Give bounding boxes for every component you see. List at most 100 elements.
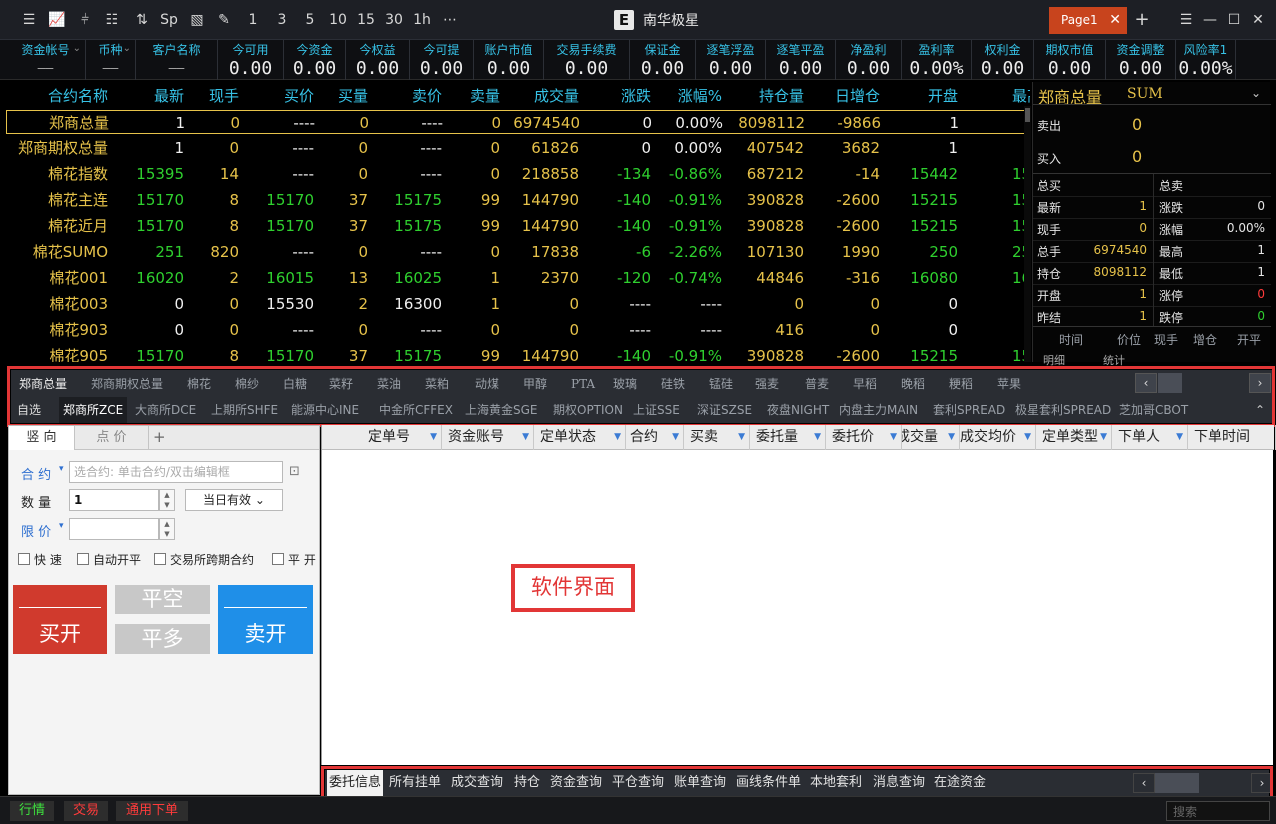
chevron-down-icon[interactable]: ⌄ bbox=[1251, 86, 1261, 100]
grid-header-3[interactable]: 合约 ▼ bbox=[624, 425, 684, 450]
scrollbar-thumb[interactable] bbox=[1025, 108, 1030, 122]
contract-input[interactable]: 选合约: 单击合约/双击编辑框 bbox=[69, 461, 283, 483]
auto-open-close-checkbox[interactable] bbox=[77, 553, 89, 565]
query-tab-10[interactable]: 在途资金 bbox=[934, 770, 986, 796]
chevron-down-icon[interactable]: ▼ bbox=[522, 425, 529, 449]
tabs-scrollbar-thumb[interactable] bbox=[1158, 373, 1182, 393]
exchange-tab-0[interactable]: 自选 bbox=[17, 397, 41, 423]
table-row[interactable]: 棉花SUMO 251 820 ---- 0 ---- 0 17838 -6 -2.26% 10713… bbox=[6, 239, 1030, 265]
chevron-down-icon[interactable]: ▼ bbox=[738, 425, 745, 449]
grid-header-4[interactable]: 买卖 ▼ bbox=[684, 425, 750, 450]
list-icon[interactable]: ☰ bbox=[18, 10, 40, 30]
product-tab-7[interactable]: 菜粕 bbox=[425, 371, 449, 397]
close-tab-icon[interactable]: ✕ bbox=[1109, 7, 1121, 34]
query-tabs-scrollbar-thumb[interactable] bbox=[1155, 773, 1199, 793]
product-tab-5[interactable]: 菜籽 bbox=[329, 371, 353, 397]
grid-header-8[interactable]: 成交均价 ▼ bbox=[960, 425, 1036, 450]
subtab-stats[interactable]: 统计 bbox=[1103, 352, 1125, 368]
table-row[interactable]: 棉花近月 15170 8 15170 37 15175 99 144790 -140 -0.91%… bbox=[6, 213, 1030, 239]
order-grid[interactable]: 定单号▼资金账号▼定单状态▼合约▼买卖▼委托量▼委托价▼成交量▼成交均价▼定单类… bbox=[321, 425, 1276, 765]
exchange-tab-6[interactable]: 上海黄金SGE bbox=[465, 397, 538, 423]
grid-header-1[interactable]: 资金账号 ▼ bbox=[442, 425, 534, 450]
chevron-down-icon[interactable]: ▼ bbox=[814, 425, 821, 449]
table-row[interactable]: 棉花905 15170 8 15170 37 15175 99 144790 -140 -0.91… bbox=[6, 343, 1030, 362]
product-tab-18[interactable]: 粳稻 bbox=[949, 371, 973, 397]
product-tab-16[interactable]: 早稻 bbox=[853, 371, 877, 397]
query-tab-5[interactable]: 平仓查询 bbox=[612, 770, 664, 796]
grid-header-10[interactable]: 下单人 ▼ bbox=[1112, 425, 1188, 450]
period-3-button[interactable]: 3 bbox=[272, 10, 292, 30]
chevron-down-icon[interactable]: ▼ bbox=[1024, 425, 1031, 449]
buy-open-button[interactable]: 买开 bbox=[13, 585, 107, 654]
query-tab-6[interactable]: 账单查询 bbox=[674, 770, 726, 796]
period-5-button[interactable]: 5 bbox=[300, 10, 320, 30]
price-label[interactable]: 限 价 bbox=[21, 521, 51, 540]
col-header-high[interactable]: 最高 bbox=[1012, 86, 1030, 106]
exchange-tab-13[interactable]: 极星套利SPREAD bbox=[1015, 397, 1111, 423]
product-tab-10[interactable]: PTA bbox=[571, 371, 595, 397]
chevron-down-icon[interactable]: ▼ bbox=[1176, 425, 1183, 449]
box-icon[interactable]: ▧ bbox=[186, 10, 208, 30]
query-tab-4[interactable]: 资金查询 bbox=[550, 770, 602, 796]
cross-period-checkbox[interactable] bbox=[154, 553, 166, 565]
period-30-button[interactable]: 30 bbox=[382, 10, 406, 30]
fast-checkbox[interactable] bbox=[18, 553, 30, 565]
grid-header-2[interactable]: 定单状态 ▼ bbox=[534, 425, 626, 450]
chevron-down-icon[interactable]: ▼ bbox=[430, 425, 437, 449]
product-tab-6[interactable]: 菜油 bbox=[377, 371, 401, 397]
query-tabs-scroll-right-icon[interactable]: › bbox=[1251, 773, 1273, 793]
pen-icon[interactable]: ✎ bbox=[213, 10, 235, 30]
exchange-tab-2[interactable]: 大商所DCE bbox=[135, 397, 196, 423]
subtab-detail[interactable]: 明细 bbox=[1043, 352, 1065, 368]
collapse-icon[interactable]: ⌃ bbox=[1255, 397, 1265, 423]
price-dropdown-icon[interactable]: ▾ bbox=[59, 521, 64, 531]
product-tab-13[interactable]: 锰硅 bbox=[709, 371, 733, 397]
query-tab-3[interactable]: 持仓 bbox=[514, 770, 540, 796]
quantity-stepper[interactable]: ▲ ▼ bbox=[159, 489, 175, 511]
status-quote[interactable]: 行情 bbox=[10, 801, 54, 821]
validity-select[interactable]: 当日有效 ⌄ bbox=[185, 489, 283, 511]
maximize-icon[interactable]: ☐ bbox=[1224, 10, 1244, 30]
quote-scrollbar[interactable] bbox=[1024, 106, 1031, 362]
grid-header-7[interactable]: 成交量 ▼ bbox=[902, 425, 960, 450]
chevron-down-icon[interactable]: ▼ bbox=[948, 425, 955, 449]
query-tab-7[interactable]: 画线条件单 bbox=[736, 770, 801, 796]
period-10-button[interactable]: 10 bbox=[326, 10, 350, 30]
table-row[interactable]: 棉花指数 15395 14 ---- 0 ---- 0 218858 -134 -0.86% 687… bbox=[6, 161, 1030, 187]
close-long-button[interactable]: 平多 bbox=[115, 624, 210, 654]
product-tab-19[interactable]: 苹果 bbox=[997, 371, 1021, 397]
status-general-order[interactable]: 通用下单 bbox=[116, 801, 188, 821]
quantity-input[interactable]: 1 bbox=[69, 489, 159, 511]
tab-vertical[interactable]: 竖 向 bbox=[9, 426, 75, 450]
period-15-button[interactable]: 15 bbox=[354, 10, 378, 30]
chevron-down-icon[interactable]: ▼ bbox=[672, 425, 679, 449]
exchange-tab-3[interactable]: 上期所SHFE bbox=[211, 397, 278, 423]
product-tab-12[interactable]: 硅铁 bbox=[661, 371, 685, 397]
grid-header-9[interactable]: 定单类型 ▼ bbox=[1036, 425, 1112, 450]
exchange-tab-9[interactable]: 深证SZSE bbox=[697, 397, 752, 423]
price-input[interactable] bbox=[69, 518, 159, 540]
grid-header-6[interactable]: 委托价 ▼ bbox=[826, 425, 902, 450]
period-1-button[interactable]: 1 bbox=[243, 10, 263, 30]
product-tab-4[interactable]: 白糖 bbox=[283, 371, 307, 397]
grid-header-11[interactable]: 下单时间 bbox=[1188, 425, 1276, 450]
query-tabs-scroll-left-icon[interactable]: ‹ bbox=[1133, 773, 1155, 793]
product-tab-11[interactable]: 玻璃 bbox=[613, 371, 637, 397]
minimize-icon[interactable]: — bbox=[1200, 10, 1220, 30]
query-tab-2[interactable]: 成交查询 bbox=[451, 770, 503, 796]
exchange-tab-8[interactable]: 上证SSE bbox=[633, 397, 680, 423]
table-row[interactable]: 棉花903 0 0 ---- 0 ---- 0 0 ---- ---- 416 0 0 bbox=[6, 317, 1030, 343]
page-tab[interactable]: Page1 ✕ bbox=[1049, 7, 1127, 34]
col-header-oichg[interactable]: 日增仓 bbox=[790, 86, 880, 106]
chevron-down-icon[interactable]: ▼ bbox=[890, 425, 897, 449]
chevron-down-icon[interactable]: ▼ bbox=[1100, 425, 1107, 449]
table-row[interactable]: 郑商总量 1 0 ---- 0 ---- 0 6974540 0 0.00% 8098112 -986… bbox=[6, 110, 1030, 134]
period-1h-button[interactable]: 1h bbox=[410, 10, 434, 30]
chevron-down-icon[interactable]: ⌄ bbox=[123, 43, 131, 54]
tabs-scroll-right-icon[interactable]: › bbox=[1249, 373, 1271, 393]
add-page-icon[interactable]: + bbox=[1132, 10, 1152, 30]
menu-icon[interactable]: ☰ bbox=[1176, 10, 1196, 30]
search-input[interactable]: 搜索 bbox=[1166, 801, 1270, 821]
query-tab-0[interactable]: 委托信息 bbox=[327, 770, 384, 796]
product-tab-14[interactable]: 强麦 bbox=[755, 371, 779, 397]
